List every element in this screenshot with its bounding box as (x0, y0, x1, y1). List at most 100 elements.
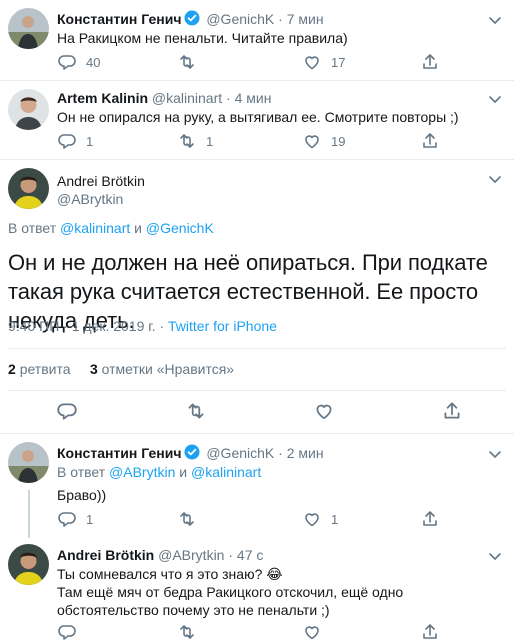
tweet-header: Andrei Brötkin @ABrytkin · 47 с (57, 546, 263, 564)
share-icon (423, 511, 437, 526)
tweet-time[interactable]: 47 с (237, 547, 263, 563)
author-handle[interactable]: @GenichK (206, 11, 274, 27)
reply-genich[interactable]: Константин Генич @GenichK · 2 мин В отве… (0, 434, 514, 534)
divider (8, 390, 506, 391)
share-button[interactable] (420, 131, 440, 151)
likes-count: 3 (89, 361, 98, 377)
main-tweet-actions (0, 401, 514, 423)
author-handle[interactable]: @kalininart (152, 90, 222, 106)
share-button[interactable] (441, 401, 463, 421)
author-handle[interactable]: @ABrytkin (57, 190, 123, 208)
author-name[interactable]: Andrei Brötkin (57, 172, 145, 190)
reply-icon (57, 403, 77, 420)
share-button[interactable] (420, 622, 440, 641)
share-icon (444, 402, 460, 419)
author-name[interactable]: Andrei Brötkin (57, 547, 154, 563)
author-name[interactable]: Константин Генич (57, 445, 181, 461)
retweets-stat[interactable]: 2 ретвита (8, 361, 71, 377)
retweet-button[interactable] (177, 509, 206, 529)
tweet-genich-1[interactable]: Константин Генич @GenichK · 7 мин На Рак… (0, 0, 514, 78)
tweet-source-link[interactable]: Twitter for iPhone (168, 318, 277, 334)
retweet-icon (180, 625, 194, 639)
chevron-down-icon[interactable] (488, 172, 502, 186)
tweet-time[interactable]: 4 мин (235, 90, 272, 106)
tweet-stats: 2 ретвита 3 отметки «Нравится» (8, 360, 234, 378)
reply-count: 1 (86, 511, 94, 527)
retweet-icon (180, 134, 194, 148)
verified-icon (184, 444, 201, 460)
like-icon (305, 626, 319, 640)
like-count: 1 (331, 511, 339, 527)
like-button[interactable] (302, 622, 322, 641)
chevron-down-icon[interactable] (488, 92, 502, 106)
like-icon (316, 404, 332, 420)
main-tweet: Andrei Brötkin @ABrytkin В ответ @kalini… (0, 160, 514, 430)
tweet-header: Константин Генич @GenichK · 7 мин (57, 10, 324, 28)
reply-button[interactable] (57, 622, 77, 641)
reply-context: В ответ @kalininart и @GenichK (8, 219, 214, 237)
avatar[interactable] (8, 89, 49, 130)
separator-dot: · (278, 11, 283, 27)
reply-to-link[interactable]: @ABrytkin (109, 464, 175, 480)
retweet-icon (188, 403, 204, 419)
tweet-time[interactable]: 2 мин (287, 445, 324, 461)
reply-button[interactable]: 1 (57, 131, 93, 151)
chevron-down-icon[interactable] (488, 13, 502, 27)
reply-count: 1 (86, 133, 94, 149)
likes-stat[interactable]: 3 отметки «Нравится» (90, 361, 234, 377)
reply-button[interactable]: 1 (57, 509, 93, 529)
retweet-button[interactable]: 1 (177, 131, 213, 151)
reply-to-link[interactable]: @kalininart (60, 220, 130, 236)
tweet-text: Он не опирался на руку, а вытягивал ее. … (57, 109, 459, 125)
chevron-down-icon[interactable] (488, 549, 502, 563)
reply-brotkin[interactable]: Andrei Brötkin @ABrytkin · 47 с Ты сомне… (0, 536, 514, 641)
reply-button[interactable]: 40 (57, 52, 100, 72)
like-button[interactable]: 17 (302, 52, 345, 72)
share-button[interactable] (420, 52, 440, 72)
avatar[interactable] (8, 8, 49, 49)
tweet-header: Artem Kalinin @kalininart · 4 мин (57, 89, 271, 107)
separator-dot: · (226, 90, 231, 106)
like-button[interactable]: 19 (302, 131, 345, 151)
retweet-icon (180, 512, 194, 526)
reply-to-link[interactable]: @kalininart (191, 464, 261, 480)
tweet-actions (57, 622, 447, 641)
tweet-kalinin[interactable]: Artem Kalinin @kalininart · 4 мин Он не … (0, 81, 514, 159)
like-button[interactable] (313, 401, 335, 421)
retweet-button[interactable] (177, 52, 206, 72)
avatar[interactable] (8, 442, 49, 483)
like-icon (305, 56, 319, 70)
like-icon (305, 513, 319, 527)
tweet-text: Браво)) (57, 487, 107, 503)
retweet-button[interactable] (185, 401, 207, 421)
like-button[interactable]: 1 (302, 509, 338, 529)
retweets-label: ретвита (19, 361, 71, 377)
tweet-timestamp[interactable]: 9:40 ПП · 1 дек. 2019 г. · (8, 318, 164, 334)
retweet-button[interactable] (177, 622, 197, 641)
like-count: 17 (331, 54, 346, 70)
chevron-down-icon[interactable] (488, 447, 502, 461)
reply-context: В ответ @ABrytkin и @kalininart (57, 463, 261, 481)
author-handle[interactable]: @ABrytkin (158, 547, 224, 563)
reply-and: и (134, 220, 142, 236)
author-handle[interactable]: @GenichK (206, 445, 274, 461)
likes-label: отметки «Нравится» (101, 361, 235, 377)
reply-button[interactable] (56, 401, 78, 421)
share-icon (423, 54, 437, 69)
author-name[interactable]: Artem Kalinin (57, 90, 148, 106)
like-count: 19 (331, 133, 346, 149)
avatar[interactable] (8, 544, 49, 585)
author-name[interactable]: Константин Генич (57, 11, 181, 27)
divider (8, 348, 506, 349)
reply-and: и (179, 464, 188, 480)
share-icon (423, 624, 437, 639)
avatar[interactable] (8, 168, 49, 209)
tweet-text-line: Ты сомневался что я это знаю? 😂 (57, 566, 283, 582)
tweet-actions: 1 1 19 (57, 131, 447, 151)
tweet-text: На Ракицком не пенальти. Читайте правила… (57, 30, 348, 46)
share-button[interactable] (420, 509, 440, 529)
tweet-time[interactable]: 7 мин (287, 11, 324, 27)
verified-icon (184, 10, 201, 26)
reply-to-link[interactable]: @GenichK (146, 220, 214, 236)
reply-icon (58, 134, 76, 149)
